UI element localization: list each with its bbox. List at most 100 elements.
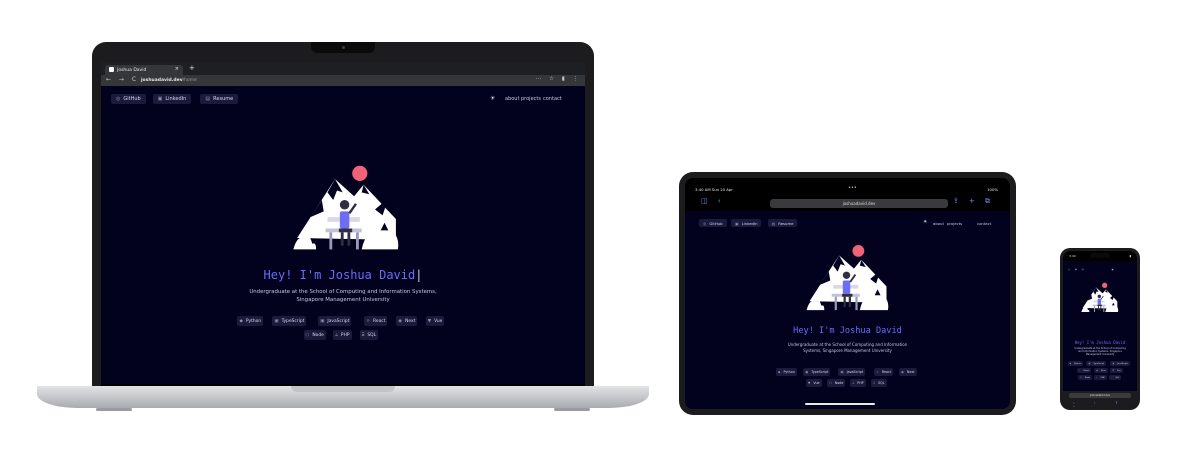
nav-linkedin-button[interactable]: ▣ (1075, 267, 1080, 271)
person-leg (340, 232, 344, 246)
safari-sidebar-back-icons[interactable]: ◫ ‹ (701, 197, 725, 205)
nav-label: LinkedIn (741, 220, 758, 226)
next-icon: ◉ (398, 318, 403, 324)
node-icon: ⬡ (828, 381, 832, 385)
phone-status-battery: ▮ (1129, 254, 1131, 258)
nav-projects-link[interactable]: projects (947, 221, 962, 226)
safari-address-bar[interactable]: joshuadavid.dev (770, 199, 948, 208)
phone-status-time: 3:40 (1069, 254, 1076, 258)
hero-bio: Undergraduate at the School of Computing… (787, 342, 908, 353)
skill-label: Node (312, 332, 324, 338)
nav-resume-button[interactable]: ▤ Resume (767, 219, 798, 227)
tab-title: Joshua David (117, 68, 147, 73)
multitask-dots-icon[interactable]: ••• (848, 185, 857, 191)
github-icon: ◎ (703, 220, 707, 226)
nav-label: Resume (778, 220, 794, 226)
skill-label: Next (1101, 369, 1106, 372)
nav-linkedin-button[interactable]: ▣ LinkedIn (152, 94, 192, 104)
skill-badge-next: ◉ Next (396, 316, 418, 326)
home-indicator (805, 403, 875, 405)
sql-icon: ⌸ (873, 381, 876, 385)
bench-leg (855, 296, 858, 311)
skill-badge-php: ⟂ PHP (850, 379, 866, 387)
tablet-status-battery: 100% (987, 187, 998, 192)
sun-shape (1102, 282, 1108, 288)
linkedin-icon: ▣ (157, 96, 163, 102)
person-legs (842, 293, 853, 297)
skill-badge-typescript: ▣ TypeScript (803, 368, 831, 376)
nav-contact-link[interactable]: contact (543, 96, 562, 102)
theme-toggle-icon[interactable]: ☀ (1111, 268, 1114, 272)
safari-bottom-icons[interactable]: ‹ › ⇪ ▯ (1073, 400, 1137, 407)
vue-icon: ▼ (427, 318, 432, 324)
person-head (339, 200, 350, 210)
nav-resume-button[interactable]: ▤ Resume (200, 94, 239, 104)
nav-about-link[interactable]: about (933, 221, 944, 226)
safari-share-add-tabs-icons[interactable]: ⇪ + ⧉ (953, 197, 994, 206)
skill-label: JavaScript (1117, 362, 1128, 365)
laptop-screen: Joshua David × + ← → C joshuadavid.dev/h… (101, 62, 585, 390)
nav-resume-button[interactable]: ▤ (1082, 267, 1087, 271)
safari-address-bar[interactable]: joshuadavid.dev (1069, 393, 1131, 398)
hero-greeting-text: Hey! I'm Joshua David (793, 326, 902, 336)
browser-tool-icons[interactable]: ⋯ ☆ ▮ ⋮ (536, 76, 581, 82)
person-torso (1097, 298, 1101, 305)
skill-badge-typescript: ▣ TypeScript (272, 316, 307, 326)
skill-badge-react: ⚛ React (364, 316, 388, 326)
javascript-icon: ▣ (840, 370, 844, 374)
nav-contact-link[interactable]: contact (977, 221, 991, 226)
skill-label: SQL (367, 332, 377, 338)
tab-close-icon[interactable]: × (175, 66, 179, 72)
new-tab-button[interactable]: + (189, 64, 195, 72)
typescript-icon: ▣ (805, 370, 809, 374)
address-bar[interactable]: joshuadavid.dev/home (141, 77, 521, 84)
nav-github-button[interactable]: ◎ (1068, 267, 1073, 271)
resume-icon: ▤ (205, 96, 211, 102)
skill-badge-next: ◉ Next (899, 368, 917, 376)
person-leg (843, 296, 846, 308)
php-icon: ⟂ (334, 333, 338, 338)
sql-icon: ⌸ (361, 333, 365, 338)
skill-badge-python: ◆ Python (775, 368, 797, 376)
browser-tab[interactable]: Joshua David × (105, 65, 183, 75)
nav-linkedin-button[interactable]: ▣ LinkedIn (730, 219, 762, 227)
resume-icon: ▤ (1081, 267, 1084, 271)
person-legs (338, 228, 353, 233)
skill-badge-php: ⟂ PHP (332, 330, 352, 340)
hero-greeting-text: Hey! I'm Joshua David (1074, 340, 1126, 345)
skill-label: Next (906, 370, 915, 374)
next-icon: ◉ (901, 370, 904, 374)
skill-label: React (1083, 369, 1090, 372)
hero-bio: Undergraduate at the School of Computing… (249, 289, 437, 303)
hero-illustration (293, 165, 399, 250)
skill-badge-sql: ⌸ SQL (871, 379, 887, 387)
person-leg (347, 232, 351, 246)
nav-github-button[interactable]: ◎ GitHub (699, 219, 727, 227)
skill-badge-vue: ▼ Vue (805, 379, 822, 387)
skill-badge-sql: ⌸ SQL (1109, 375, 1122, 380)
skill-label: Python (245, 318, 262, 324)
skill-label: Vue (434, 318, 443, 324)
sql-icon: ⌸ (1111, 376, 1113, 379)
php-icon: ⟂ (852, 381, 855, 385)
theme-toggle-icon[interactable]: ☀ (490, 95, 495, 102)
bench-leg (834, 296, 837, 311)
hero-greeting: Hey! I'm Joshua David (1063, 340, 1137, 345)
react-icon: ⚛ (1078, 369, 1081, 372)
theme-toggle-icon[interactable]: ☀ (923, 220, 927, 225)
skill-badge-node: ⬡ Node (303, 330, 326, 340)
website-viewport: ◎ GitHub ▣ LinkedIn ▤ Resume ☀ about projects con… (685, 211, 1010, 409)
skill-badge-javascript: ▣ JavaScript (318, 316, 352, 326)
laptop-mockup: Joshua David × + ← → C joshuadavid.dev/h… (92, 42, 594, 390)
skill-label: TypeScript (1093, 362, 1105, 365)
hero-illustration (806, 244, 889, 311)
nav-github-button[interactable]: ◎ GitHub (111, 94, 146, 104)
nav-label: Resume (213, 96, 234, 102)
skill-badge-php: ⟂ PHP (1094, 375, 1107, 380)
person-leg (848, 296, 851, 308)
nav-about-link[interactable]: about (505, 96, 519, 102)
person-leg (1098, 306, 1099, 311)
sun-shape (852, 244, 865, 257)
browser-nav-buttons[interactable]: ← → C (106, 76, 139, 83)
nav-projects-link[interactable]: projects (521, 96, 541, 102)
